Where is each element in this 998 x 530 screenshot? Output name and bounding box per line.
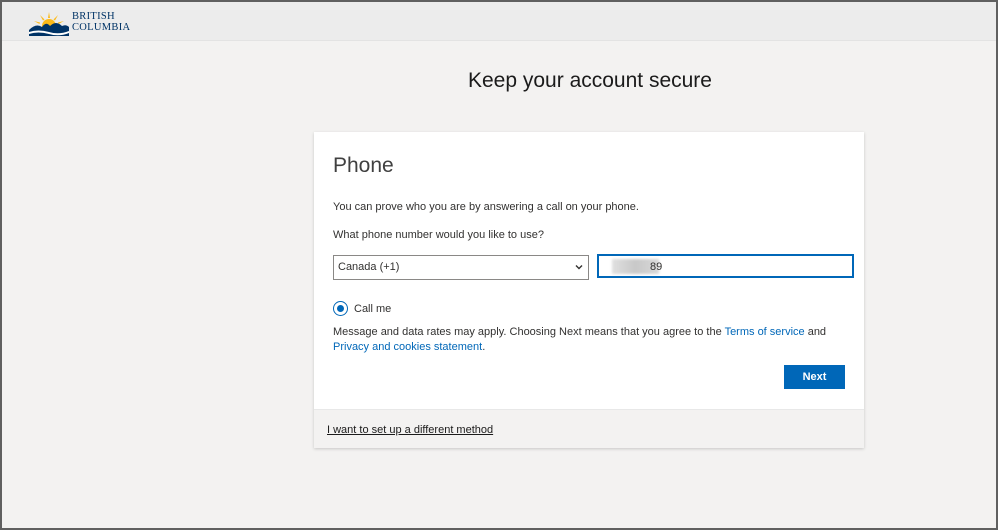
page-frame: BRITISH COLUMBIA Keep your account secur… — [0, 0, 998, 530]
country-code-select[interactable]: Canada (+1) — [333, 255, 589, 280]
chevron-down-icon — [575, 265, 583, 270]
card-footer: I want to set up a different method — [314, 409, 864, 448]
card-title: Phone — [333, 154, 394, 177]
intro-text: You can prove who you are by answering a… — [333, 201, 639, 213]
disclaimer-middle: and — [804, 326, 827, 338]
top-bar: BRITISH COLUMBIA — [2, 2, 996, 41]
disclaimer-suffix: . — [482, 340, 486, 353]
terms-of-service-link[interactable]: Terms of service — [725, 326, 805, 338]
bc-logo[interactable]: BRITISH COLUMBIA — [28, 8, 130, 36]
bc-logo-icon — [29, 12, 69, 36]
logo-line-2: COLUMBIA — [72, 22, 131, 33]
page-title: Keep your account secure — [468, 69, 712, 92]
privacy-statement-link[interactable]: Privacy and cookies statement — [333, 341, 482, 353]
call-me-radio[interactable] — [333, 301, 348, 316]
phone-number-suffix: 89 — [650, 261, 663, 273]
disclaimer-text: Message and data rates may apply. Choosi… — [333, 325, 853, 354]
country-code-value: Canada (+1) — [338, 261, 400, 273]
bc-logo-wordmark: BRITISH COLUMBIA — [72, 11, 130, 33]
disclaimer-prefix: Message and data rates may apply. Choosi… — [333, 326, 725, 338]
phone-setup-card: Phone You can prove who you are by answe… — [314, 132, 864, 448]
phone-question: What phone number would you like to use? — [333, 229, 544, 241]
next-button[interactable]: Next — [784, 365, 845, 389]
different-method-link[interactable]: I want to set up a different method — [327, 424, 493, 436]
call-me-label[interactable]: Call me — [354, 303, 391, 315]
logo-line-1: BRITISH — [72, 11, 115, 22]
